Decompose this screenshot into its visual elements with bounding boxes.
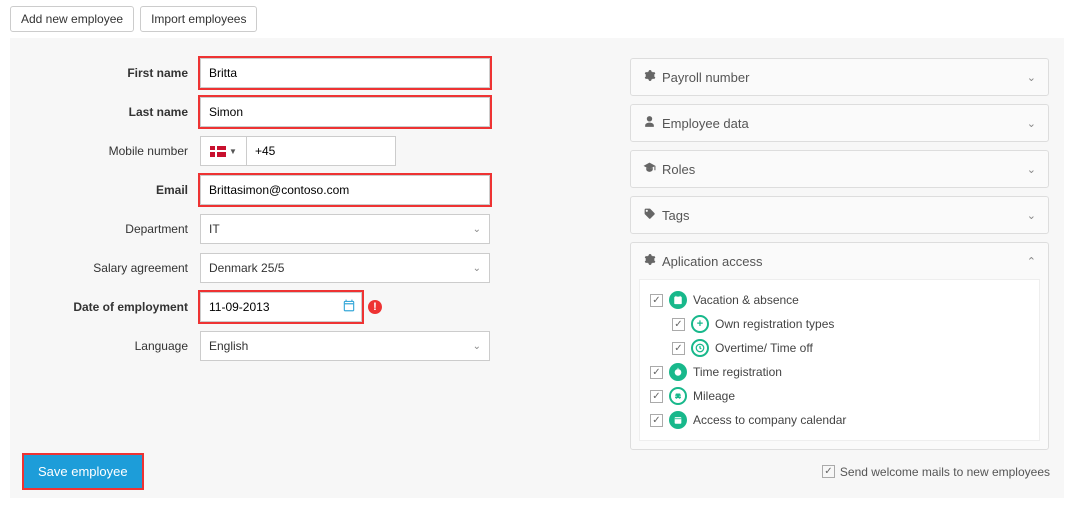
- mobile-label: Mobile number: [25, 144, 200, 158]
- calendar-app-icon: [669, 291, 687, 309]
- department-label: Department: [25, 222, 200, 236]
- chevron-down-icon: ⌄: [473, 263, 481, 274]
- side-panels: Payroll number ⌄ Employee data ⌄: [630, 58, 1049, 458]
- mileage-checkbox[interactable]: ✓: [650, 390, 663, 403]
- payroll-panel-title: Payroll number: [662, 70, 749, 85]
- add-new-employee-button[interactable]: Add new employee: [10, 6, 134, 32]
- roles-panel-title: Roles: [662, 162, 695, 177]
- app-access-panel: Aplication access ⌃ ✓ Vacation & absence: [630, 242, 1049, 450]
- salary-value: Denmark 25/5: [209, 261, 284, 275]
- chevron-down-icon: ⌄: [473, 224, 481, 235]
- tags-panel-header[interactable]: Tags ⌄: [631, 197, 1048, 233]
- employee-data-panel-header[interactable]: Employee data ⌄: [631, 105, 1048, 141]
- main-form-area: First name Last name Mobile number: [10, 38, 1064, 498]
- gears-icon: [643, 253, 656, 269]
- doe-label: Date of employment: [25, 300, 200, 314]
- vacation-checkbox[interactable]: ✓: [650, 294, 663, 307]
- salary-select[interactable]: Denmark 25/5 ⌄: [200, 253, 490, 283]
- welcome-mail-label: Send welcome mails to new employees: [840, 465, 1050, 479]
- chevron-down-icon: ⌄: [473, 341, 481, 352]
- own-reg-label: Own registration types: [715, 317, 834, 331]
- top-toolbar: Add new employee Import employees: [0, 0, 1074, 38]
- error-icon: !: [368, 300, 382, 314]
- email-input[interactable]: [200, 175, 490, 205]
- calendar-icon[interactable]: [342, 299, 356, 316]
- import-employees-button[interactable]: Import employees: [140, 6, 257, 32]
- tags-icon: [643, 207, 656, 223]
- chevron-down-icon: ⌄: [1027, 117, 1036, 130]
- time-reg-label: Time registration: [693, 365, 782, 379]
- chevron-up-icon: ⌃: [1027, 255, 1036, 268]
- graduation-cap-icon: [643, 161, 656, 177]
- salary-label: Salary agreement: [25, 261, 200, 275]
- chevron-down-icon: ⌄: [1027, 209, 1036, 222]
- first-name-label: First name: [25, 66, 200, 80]
- mobile-number-input[interactable]: [246, 136, 396, 166]
- overtime-checkbox[interactable]: ✓: [672, 342, 685, 355]
- mileage-label: Mileage: [693, 389, 735, 403]
- stopwatch-icon: [669, 363, 687, 381]
- plus-circle-icon: +: [691, 315, 709, 333]
- welcome-mail-option[interactable]: ✓ Send welcome mails to new employees: [822, 465, 1050, 479]
- gears-icon: [643, 69, 656, 85]
- vacation-label: Vacation & absence: [693, 293, 799, 307]
- language-value: English: [209, 339, 248, 353]
- calendar-access-icon: [669, 411, 687, 429]
- employee-form: First name Last name Mobile number: [25, 58, 605, 458]
- form-footer: Save employee ✓ Send welcome mails to ne…: [10, 445, 1064, 498]
- clock-icon: [691, 339, 709, 357]
- language-select[interactable]: English ⌄: [200, 331, 490, 361]
- welcome-mail-checkbox[interactable]: ✓: [822, 465, 835, 478]
- roles-panel-header[interactable]: Roles ⌄: [631, 151, 1048, 187]
- app-access-panel-header[interactable]: Aplication access ⌃: [631, 243, 1048, 279]
- first-name-input[interactable]: [200, 58, 490, 88]
- language-label: Language: [25, 339, 200, 353]
- chevron-down-icon: ⌄: [1027, 163, 1036, 176]
- last-name-input[interactable]: [200, 97, 490, 127]
- employee-data-panel-title: Employee data: [662, 116, 749, 131]
- country-code-selector[interactable]: ▼: [200, 136, 246, 166]
- calendar-access-label: Access to company calendar: [693, 413, 846, 427]
- app-access-body: ✓ Vacation & absence ✓ + Own registratio…: [639, 279, 1040, 441]
- department-select[interactable]: IT ⌄: [200, 214, 490, 244]
- payroll-panel-header[interactable]: Payroll number ⌄: [631, 59, 1048, 95]
- app-access-panel-title: Aplication access: [662, 254, 762, 269]
- payroll-panel: Payroll number ⌄: [630, 58, 1049, 96]
- caret-down-icon: ▼: [229, 147, 237, 156]
- overtime-label: Overtime/ Time off: [715, 341, 813, 355]
- own-reg-checkbox[interactable]: ✓: [672, 318, 685, 331]
- email-label: Email: [25, 183, 200, 197]
- tags-panel: Tags ⌄: [630, 196, 1049, 234]
- roles-panel: Roles ⌄: [630, 150, 1049, 188]
- time-reg-checkbox[interactable]: ✓: [650, 366, 663, 379]
- denmark-flag-icon: [210, 146, 226, 157]
- last-name-label: Last name: [25, 105, 200, 119]
- calendar-access-checkbox[interactable]: ✓: [650, 414, 663, 427]
- car-icon: [669, 387, 687, 405]
- save-employee-button[interactable]: Save employee: [24, 455, 142, 488]
- department-value: IT: [209, 222, 220, 236]
- chevron-down-icon: ⌄: [1027, 71, 1036, 84]
- date-of-employment-input[interactable]: [200, 292, 362, 322]
- user-icon: [643, 115, 656, 131]
- tags-panel-title: Tags: [662, 208, 689, 223]
- employee-data-panel: Employee data ⌄: [630, 104, 1049, 142]
